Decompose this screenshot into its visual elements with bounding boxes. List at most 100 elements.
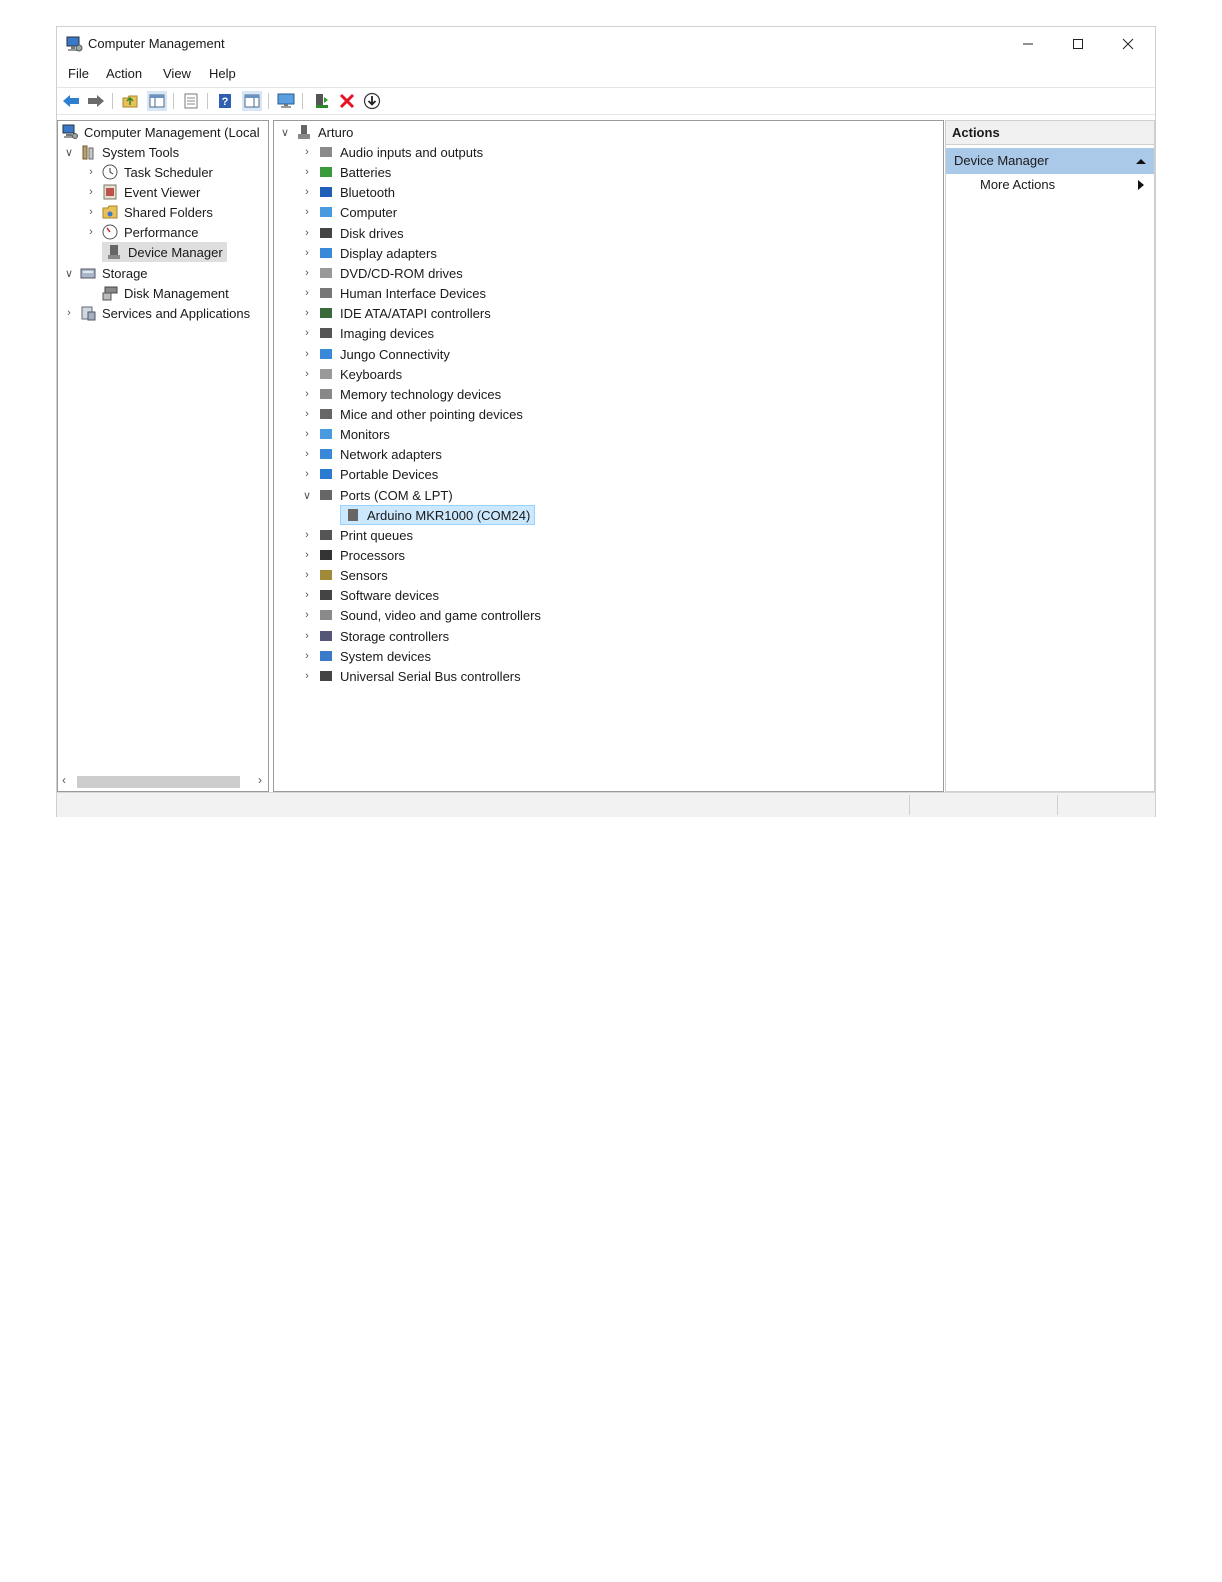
properties-button[interactable] (181, 91, 201, 111)
chevron-right-icon[interactable]: › (84, 202, 98, 222)
chevron-right-icon[interactable]: › (300, 424, 314, 444)
minimize-button[interactable] (1003, 27, 1053, 61)
close-button[interactable] (1103, 27, 1153, 61)
device-category-jungo-connectivity[interactable]: › Jungo Connectivity (300, 344, 450, 364)
device-category-disk-drives[interactable]: › Disk drives (300, 223, 403, 243)
device-category-network-adapters[interactable]: › Network adapters (300, 444, 442, 464)
show-hide-action-pane-button[interactable] (242, 91, 262, 111)
back-button[interactable] (61, 91, 81, 111)
device-category-portable-devices[interactable]: › Portable Devices (300, 464, 438, 484)
menu-help[interactable]: Help (209, 66, 236, 81)
chevron-right-icon[interactable]: › (84, 222, 98, 242)
device-category-memory-technology-devices[interactable]: › Memory technology devices (300, 384, 501, 404)
scan-hardware-button[interactable] (362, 91, 382, 111)
chevron-right-icon[interactable]: › (300, 182, 314, 202)
chevron-right-icon[interactable]: › (300, 626, 314, 646)
chevron-down-icon[interactable]: ∨ (62, 142, 76, 162)
chevron-right-icon[interactable]: › (300, 263, 314, 283)
dvd-drive-icon (320, 268, 332, 278)
tree-item-shared-folders[interactable]: › Shared Folders (84, 202, 213, 222)
scroll-left-icon[interactable]: ‹ (62, 773, 66, 787)
chevron-right-icon[interactable]: › (300, 364, 314, 384)
chevron-right-icon[interactable]: › (300, 344, 314, 364)
tree-item-disk-management[interactable]: Disk Management (102, 283, 229, 303)
device-category-software-devices[interactable]: › Software devices (300, 585, 439, 605)
chevron-right-icon[interactable]: › (300, 243, 314, 263)
collapse-up-icon[interactable] (1136, 158, 1146, 165)
chevron-right-icon[interactable]: › (300, 646, 314, 666)
device-category-ports-com-lpt[interactable]: ∨ Ports (COM & LPT) (300, 485, 453, 505)
scroll-right-icon[interactable]: › (258, 773, 262, 787)
tree-item-device-manager[interactable]: Device Manager (102, 242, 227, 262)
chevron-right-icon[interactable]: › (300, 404, 314, 424)
device-category-computer[interactable]: › Computer (300, 202, 397, 222)
chevron-right-icon[interactable]: › (300, 525, 314, 545)
device-category-mice-and-other-pointing-devices[interactable]: › Mice and other pointing devices (300, 404, 523, 424)
device-category-monitors[interactable]: › Monitors (300, 424, 390, 444)
device-category-human-interface-devices[interactable]: › Human Interface Devices (300, 283, 486, 303)
tree-item-performance[interactable]: › Performance (84, 222, 198, 242)
device-tree-root[interactable]: ∨ Arturo (278, 122, 353, 142)
chevron-right-icon[interactable]: › (300, 303, 314, 323)
tree-root-computer-management[interactable]: Computer Management (Local (62, 122, 260, 142)
chevron-right-icon[interactable]: › (300, 202, 314, 222)
forward-button[interactable] (86, 91, 106, 111)
more-actions-item[interactable]: More Actions (980, 177, 1055, 192)
chevron-right-icon[interactable]: › (300, 605, 314, 625)
tree-item-services-and-applications[interactable]: › Services and Applications (62, 303, 250, 323)
horizontal-scrollbar[interactable]: ‹ › (60, 773, 266, 789)
device-category-label: Mice and other pointing devices (340, 406, 523, 422)
chevron-right-icon[interactable]: › (84, 182, 98, 202)
device-category-display-adapters[interactable]: › Display adapters (300, 243, 437, 263)
menu-view[interactable]: View (163, 66, 191, 81)
chevron-down-icon[interactable]: ∨ (300, 485, 314, 505)
chevron-right-icon[interactable]: › (300, 444, 314, 464)
device-category-dvd-cd-rom-drives[interactable]: › DVD/CD-ROM drives (300, 263, 463, 283)
chevron-right-icon[interactable]: › (300, 384, 314, 404)
up-one-level-button[interactable] (120, 91, 140, 111)
device-arduino-mkr1000[interactable]: Arduino MKR1000 (COM24) (340, 505, 536, 525)
show-hide-console-tree-button[interactable] (147, 91, 167, 111)
menu-action[interactable]: Action (106, 66, 142, 81)
maximize-button[interactable] (1053, 27, 1103, 61)
chevron-right-icon[interactable]: › (300, 464, 314, 484)
device-category-system-devices[interactable]: › System devices (300, 646, 431, 666)
device-category-batteries[interactable]: › Batteries (300, 162, 391, 182)
device-category-sound-video-and-game-controllers[interactable]: › Sound, video and game controllers (300, 605, 541, 625)
chevron-right-icon[interactable]: › (300, 223, 314, 243)
device-category-bluetooth[interactable]: › Bluetooth (300, 182, 395, 202)
device-category-universal-serial-bus-controllers[interactable]: › Universal Serial Bus controllers (300, 666, 520, 686)
tree-item-task-scheduler[interactable]: › Task Scheduler (84, 162, 213, 182)
sensor-icon (320, 570, 332, 580)
chevron-right-icon[interactable]: › (300, 323, 314, 343)
device-category-ide-ata-atapi-controllers[interactable]: › IDE ATA/ATAPI controllers (300, 303, 491, 323)
chevron-right-icon[interactable]: › (300, 585, 314, 605)
actions-section-device-manager[interactable]: Device Manager (946, 148, 1154, 174)
device-category-sensors[interactable]: › Sensors (300, 565, 388, 585)
chevron-down-icon[interactable]: ∨ (278, 122, 292, 142)
menu-file[interactable]: File (68, 66, 89, 81)
device-category-print-queues[interactable]: › Print queues (300, 525, 413, 545)
chevron-right-icon[interactable]: › (300, 162, 314, 182)
tree-item-event-viewer[interactable]: › Event Viewer (84, 182, 200, 202)
chevron-right-icon[interactable]: › (300, 283, 314, 303)
tree-item-storage[interactable]: ∨ Storage (62, 263, 148, 283)
chevron-down-icon[interactable]: ∨ (62, 263, 76, 283)
device-category-imaging-devices[interactable]: › Imaging devices (300, 323, 434, 343)
scrollbar-thumb[interactable] (77, 776, 240, 788)
uninstall-device-button[interactable] (337, 91, 357, 111)
chevron-right-icon[interactable]: › (62, 303, 76, 323)
chevron-right-icon[interactable]: › (300, 565, 314, 585)
device-category-keyboards[interactable]: › Keyboards (300, 364, 402, 384)
update-driver-button[interactable] (311, 91, 331, 111)
device-category-storage-controllers[interactable]: › Storage controllers (300, 626, 449, 646)
chevron-right-icon[interactable]: › (84, 162, 98, 182)
tree-item-system-tools[interactable]: ∨ System Tools (62, 142, 179, 162)
device-category-audio-inputs-and-outputs[interactable]: › Audio inputs and outputs (300, 142, 483, 162)
device-category-processors[interactable]: › Processors (300, 545, 405, 565)
chevron-right-icon[interactable]: › (300, 545, 314, 565)
chevron-right-icon[interactable]: › (300, 142, 314, 162)
monitor-button[interactable] (276, 91, 296, 111)
chevron-right-icon[interactable]: › (300, 666, 314, 686)
help-button[interactable]: ? (215, 91, 235, 111)
